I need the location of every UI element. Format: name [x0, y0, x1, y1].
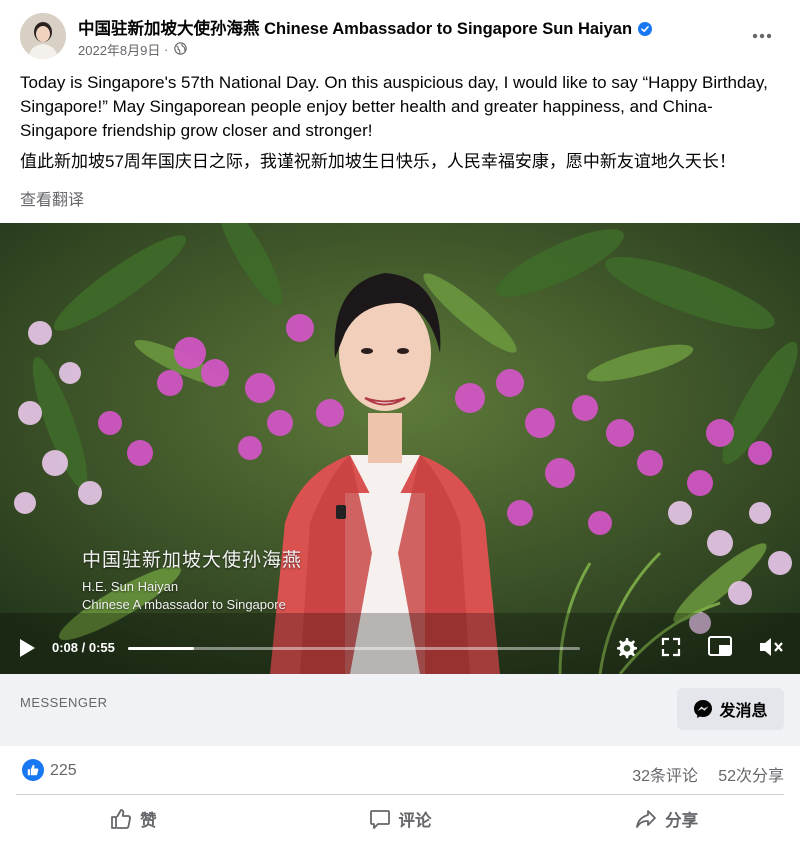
caption-chinese-name: 中国驻新加坡大使孙海燕	[82, 550, 303, 571]
mute-icon[interactable]	[758, 636, 784, 663]
meta-separator: ·	[164, 42, 169, 57]
post-body: Today is Singapore's 57th National Day. …	[20, 71, 780, 174]
share-count[interactable]: 52次分享	[718, 762, 784, 786]
post-actions: 赞 评论 分享	[0, 796, 800, 842]
caption-english-title: Chinese A mbassador to Singapore	[82, 597, 286, 612]
like-count[interactable]: 225	[50, 762, 77, 780]
messenger-icon	[694, 700, 713, 718]
video-progress-fill	[128, 647, 194, 650]
like-button[interactable]: 赞	[0, 796, 267, 842]
post-header: 中国驻新加坡大使孙海燕 Chinese Ambassador to Singap…	[0, 0, 800, 64]
comment-button[interactable]: 评论	[267, 796, 534, 842]
verified-badge-icon	[638, 22, 653, 41]
play-icon[interactable]	[18, 638, 36, 663]
globe-icon	[174, 41, 187, 58]
video-controls: 0:08 / 0:55	[0, 628, 800, 668]
like-label: 赞	[140, 812, 157, 830]
divider	[16, 794, 784, 795]
caption-english-name: H.E. Sun Haiyan	[82, 579, 179, 594]
video-caption: 中国驻新加坡大使孙海燕 H.E. Sun Haiyan Chinese A mb…	[82, 545, 302, 614]
post-text-chinese: 值此新加坡57周年国庆日之际，我谨祝新加坡生日快乐，人民幸福安康，愿中新友谊地久…	[20, 152, 736, 171]
post-text-english: Today is Singapore's 57th National Day. …	[20, 73, 768, 140]
avatar[interactable]	[20, 13, 66, 59]
fullscreen-icon[interactable]	[660, 636, 682, 663]
pip-icon[interactable]	[707, 635, 733, 664]
messenger-bar: MESSENGER 发消息	[0, 674, 800, 746]
post-stats: 225 32条评论 52次分享	[0, 750, 800, 794]
like-reaction-icon[interactable]	[22, 759, 44, 781]
messenger-label: MESSENGER	[20, 695, 108, 710]
share-label: 分享	[665, 812, 699, 830]
author-name[interactable]: 中国驻新加坡大使孙海燕 Chinese Ambassador to Singap…	[78, 15, 653, 41]
send-message-label: 发消息	[719, 703, 768, 720]
video-player[interactable]: 中国驻新加坡大使孙海燕 H.E. Sun Haiyan Chinese A mb…	[0, 223, 800, 674]
facebook-post: 中国驻新加坡大使孙海燕 Chinese Ambassador to Singap…	[0, 0, 800, 845]
more-icon[interactable]	[750, 24, 774, 48]
share-button[interactable]: 分享	[533, 796, 800, 842]
send-message-button[interactable]: 发消息	[677, 688, 784, 730]
post-meta: 2022年8月9日 ·	[78, 40, 187, 59]
post-date[interactable]: 2022年8月9日	[78, 43, 160, 58]
see-translation-link[interactable]: 查看翻译	[20, 186, 84, 210]
comment-count[interactable]: 32条评论	[632, 762, 698, 786]
author-name-text[interactable]: 中国驻新加坡大使孙海燕 Chinese Ambassador to Singap…	[78, 20, 632, 38]
share-icon	[636, 810, 657, 828]
comment-label: 评论	[398, 812, 432, 830]
settings-icon[interactable]	[614, 636, 638, 665]
like-icon	[111, 809, 132, 829]
video-time: 0:08 / 0:55	[52, 640, 115, 655]
comment-icon	[369, 810, 390, 829]
video-progress-bar[interactable]	[128, 647, 580, 650]
